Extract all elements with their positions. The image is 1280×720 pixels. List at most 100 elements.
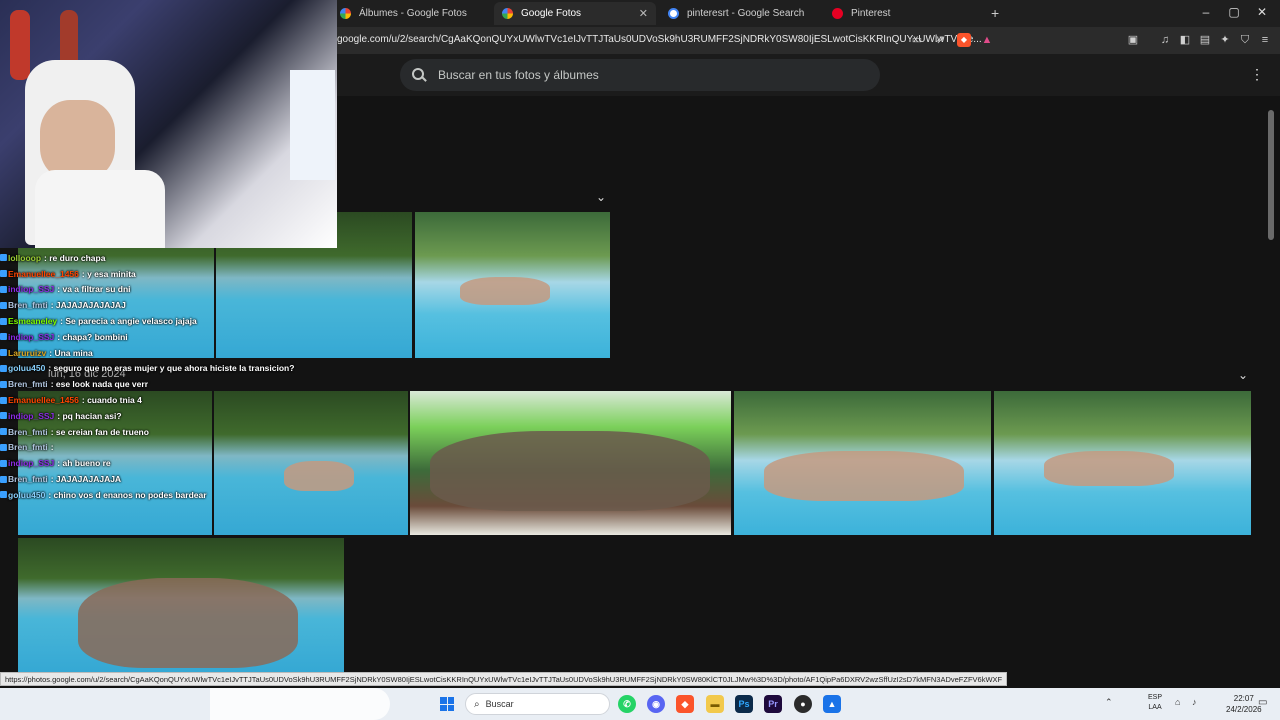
chat-message: indiop_SSJ: pq hacian asi? xyxy=(0,408,300,424)
chat-message: indiop_SSJ: chapa? bombini xyxy=(0,329,300,345)
chat-message: Laruruizv: Una mina xyxy=(0,345,300,361)
close-window-button[interactable]: ✕ xyxy=(1252,5,1272,19)
chat-message: indiop_SSJ: va a filtrar su dni xyxy=(0,282,300,298)
language-indicator[interactable]: ESP LAA xyxy=(1148,693,1162,713)
chat-badge-icon xyxy=(0,364,7,372)
chat-message: Emanuellee_1456: y esa minita xyxy=(0,266,300,282)
google-icon xyxy=(668,8,679,19)
clock-time: 22:07 xyxy=(1233,694,1254,703)
tab-label: Google Fotos xyxy=(521,8,582,19)
chat-text: : chapa? bombini xyxy=(57,331,128,342)
windows-start-icon[interactable] xyxy=(440,697,454,711)
chat-username: Bren_fmti xyxy=(8,474,48,485)
screenshot-icon[interactable]: ▣ xyxy=(1126,33,1140,47)
chat-username: goluu450 xyxy=(8,363,46,374)
tab-label: Álbumes - Google Fotos xyxy=(359,8,467,19)
chat-badge-icon xyxy=(0,254,7,262)
chat-badge-icon xyxy=(0,459,7,467)
notification-icon[interactable]: ▭ xyxy=(1258,697,1267,708)
discord-icon[interactable]: ◉ xyxy=(647,695,665,713)
chat-badge-icon xyxy=(0,285,7,293)
maximize-button[interactable]: ▢ xyxy=(1224,5,1244,19)
webcam-overlay xyxy=(0,0,337,248)
chat-text: : seguro que no eras mujer y que ahora h… xyxy=(48,363,295,374)
chat-message: lollooop: re duro chapa xyxy=(0,250,300,266)
chat-badge-icon xyxy=(0,428,7,436)
clock-date: 24/2/2026 xyxy=(1226,705,1262,714)
chat-badge-icon xyxy=(0,317,7,325)
photo-thumbnail[interactable] xyxy=(18,538,344,672)
sidebar-icon[interactable]: ◧ xyxy=(1178,33,1192,47)
share-icon[interactable]: ⇗ xyxy=(933,33,947,47)
chat-username: indiop_SSJ xyxy=(8,458,55,469)
chat-text: : Una mina xyxy=(49,347,93,358)
chat-username: goluu450 xyxy=(8,489,46,500)
chat-username: indiop_SSJ xyxy=(8,331,55,342)
google-photos-icon xyxy=(340,8,351,19)
volume-icon[interactable]: ♪ xyxy=(1192,697,1197,707)
network-icon[interactable]: ⌂ xyxy=(1175,697,1180,707)
more-options-icon[interactable]: ⋮ xyxy=(1250,66,1264,83)
whatsapp-icon[interactable]: ✆ xyxy=(618,695,636,713)
menu-icon[interactable]: ≡ xyxy=(1258,33,1272,47)
wallet-icon[interactable]: ▤ xyxy=(1198,33,1212,47)
tab-pinterest-search[interactable]: pinteresrt - Google Search xyxy=(660,2,822,25)
photo-thumbnail[interactable] xyxy=(410,391,731,535)
chat-message: Bren_fmti: xyxy=(0,440,300,456)
chat-badge-icon xyxy=(0,396,7,404)
language-text: ESP LAA xyxy=(1148,694,1163,711)
photos-app-icon[interactable]: ▲ xyxy=(823,695,841,713)
file-explorer-icon[interactable]: ▬ xyxy=(706,695,724,713)
obs-icon[interactable]: ● xyxy=(794,695,812,713)
brave-browser-icon[interactable]: ◆ xyxy=(676,695,694,713)
taskbar-search[interactable]: ⌕ Buscar xyxy=(465,693,610,715)
photo-thumbnail[interactable] xyxy=(415,212,610,358)
leo-ai-icon[interactable]: ✦ xyxy=(1218,33,1232,47)
music-icon[interactable]: ♫ xyxy=(1158,33,1172,47)
premiere-icon[interactable]: Pr xyxy=(764,695,782,713)
chat-username: indiop_SSJ xyxy=(8,410,55,421)
chat-username: Bren_fmti xyxy=(8,426,48,437)
chat-message: goluu450: chino vos d enanos no podes ba… xyxy=(0,487,300,503)
cast-icon[interactable]: ▭ xyxy=(910,33,924,47)
url-field[interactable]: google.com/u/2/search/CgAaKQonQUYxUWlwTV… xyxy=(337,34,982,45)
tab-albumes[interactable]: Álbumes - Google Fotos xyxy=(332,2,490,25)
expand-group-icon[interactable]: ⌄ xyxy=(596,190,606,204)
chat-badge-icon xyxy=(0,301,7,309)
chat-message: indiop_SSJ: ah bueno re xyxy=(0,455,300,471)
vpn-shield-icon[interactable]: ⛉ xyxy=(1238,33,1252,47)
brave-shield-icon[interactable]: ◆ xyxy=(957,33,971,47)
photoshop-icon[interactable]: Ps xyxy=(735,695,753,713)
chat-username: Esmeaneley xyxy=(8,316,58,327)
chat-badge-icon xyxy=(0,349,7,357)
google-photos-icon xyxy=(502,8,513,19)
tab-pinterest[interactable]: Pinterest xyxy=(824,2,984,25)
taskbar-clock[interactable]: 22:07 24/2/2026 xyxy=(1226,693,1262,715)
expand-group-icon[interactable]: ⌄ xyxy=(1238,368,1248,382)
chat-text: : ese look nada que verr xyxy=(50,379,149,390)
chat-badge-icon xyxy=(0,333,7,341)
chat-username: Bren_fmti xyxy=(8,379,48,390)
chat-message: goluu450: seguro que no eras mujer y que… xyxy=(0,361,300,377)
scrollbar[interactable] xyxy=(1268,110,1274,240)
brave-rewards-icon[interactable]: ▲ xyxy=(980,33,994,47)
person-image xyxy=(40,100,115,180)
chevron-up-icon[interactable]: ⌃ xyxy=(1105,697,1113,708)
chat-username: Bren_fmti xyxy=(8,442,48,453)
taskbar-widget-area xyxy=(210,688,390,720)
chat-text: : JAJAJAJAJAJA xyxy=(50,474,122,485)
chat-message: Esmeaneley: Se parecia a angie velasco j… xyxy=(0,313,300,329)
chat-username: Emanuellee_1456 xyxy=(8,268,79,279)
photo-thumbnail[interactable] xyxy=(734,391,991,535)
photo-thumbnail[interactable] xyxy=(994,391,1251,535)
chat-badge-icon xyxy=(0,270,7,278)
chat-text: : JAJAJAJAJAJAJ xyxy=(50,300,126,311)
tab-google-fotos[interactable]: Google Fotos ✕ xyxy=(494,2,656,25)
new-tab-button[interactable]: + xyxy=(991,5,999,21)
chat-username: lollooop xyxy=(8,252,42,263)
chat-badge-icon xyxy=(0,443,7,451)
search-input[interactable]: Buscar en tus fotos y álbumes xyxy=(400,59,880,91)
chat-message: Bren_fmti: ese look nada que verr xyxy=(0,376,300,392)
minimize-button[interactable]: – xyxy=(1196,5,1216,19)
close-tab-icon[interactable]: ✕ xyxy=(639,7,648,20)
